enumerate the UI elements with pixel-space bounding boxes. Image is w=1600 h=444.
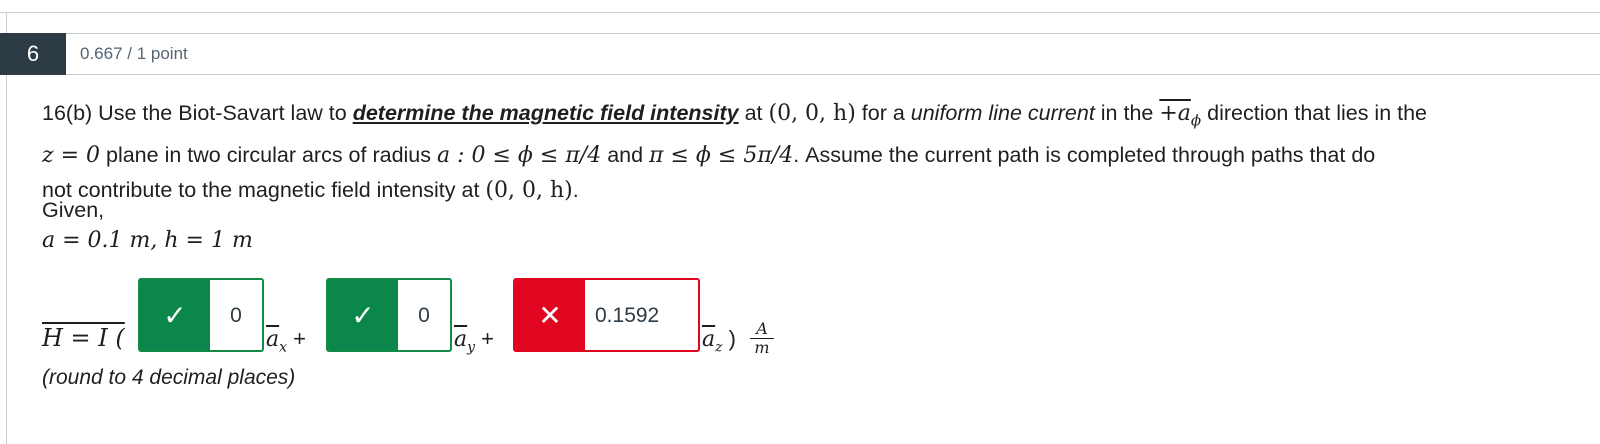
radius-math: a : 0 ≤ ϕ ≤ π/4 — [437, 143, 602, 169]
check-icon: ✓ — [328, 280, 398, 350]
question-header: 0.667 / 1 point — [66, 33, 1600, 75]
rounding-hint: (round to 4 decimal places) — [42, 366, 296, 389]
text-prefix: 16(b) Use the Biot-Savart law to — [42, 101, 353, 125]
point-math-2: (0, 0, h) — [485, 178, 573, 204]
unit-vector-x-symbol: a — [266, 327, 280, 352]
units-denominator: m — [754, 338, 770, 357]
direction-subscript: ϕ — [1190, 111, 1202, 130]
text-assume: . Assume the current path is completed t… — [793, 143, 1376, 168]
answer-field-z[interactable]: ✕ 0.1592 — [513, 278, 700, 352]
range-math: π ≤ ϕ ≤ 5π/4 — [649, 143, 794, 169]
unit-vector-x-sub: x — [279, 339, 288, 356]
answer-input-y[interactable]: 0 — [398, 280, 450, 350]
unit-vector-y-symbol: a — [454, 327, 468, 352]
plane-math: z = 0 — [42, 143, 101, 169]
h-vector-lhs: H = I ( — [42, 324, 125, 352]
unit-vector-y: ay + — [454, 326, 494, 355]
uniform-line-current-text: uniform line current — [910, 101, 1095, 125]
text-period: . — [572, 178, 579, 203]
question-line-2: z = 0 plane in two circular arcs of radi… — [42, 138, 1562, 173]
question-frame-top — [0, 12, 1600, 13]
text-dir-post: direction that lies in the — [1201, 101, 1428, 125]
h-vector-label: H = I ( — [42, 324, 125, 352]
direction-vector-math: +a — [1159, 101, 1191, 126]
close-paren: ) — [722, 326, 736, 351]
unit-vector-z-symbol: a — [702, 327, 716, 352]
plus-sign-2: + — [475, 326, 495, 351]
text-plane: plane in two circular arcs of radius — [100, 143, 437, 168]
question-line-1: 16(b) Use the Biot-Savart law to determi… — [42, 96, 1562, 138]
answer-input-x[interactable]: 0 — [210, 280, 262, 350]
text-at: at — [738, 101, 769, 125]
units-fraction: A m — [750, 320, 774, 357]
unit-vector-z: az ) — [702, 326, 736, 355]
plus-sign-1: + — [287, 326, 306, 351]
question-text: 16(b) Use the Biot-Savart law to determi… — [42, 96, 1562, 208]
text-dir-pre: in the — [1094, 101, 1160, 125]
answer-row: H = I ( ✓ 0 ax + ✓ 0 ay + ✕ 0.1592 az ) … — [42, 278, 1142, 358]
emphasis-magnetic-field: determine the magnetic field intensity — [352, 101, 739, 125]
unit-vector-z-sub: z — [715, 339, 723, 356]
check-icon: ✓ — [140, 280, 210, 350]
given-label: Given, — [42, 198, 105, 222]
text-contribute: not contribute to the magnetic field int… — [42, 178, 486, 203]
text-for: for a — [855, 101, 911, 125]
units-numerator: A — [750, 320, 774, 339]
points-score: 0.667 / 1 point — [80, 44, 188, 63]
question-number: 6 — [0, 33, 66, 75]
unit-vector-y-sub: y — [467, 339, 476, 356]
given-values: a = 0.1 m, h = 1 m — [42, 228, 253, 253]
point-math: (0, 0, h) — [768, 101, 856, 126]
unit-vector-x: ax + — [266, 326, 306, 355]
question-frame-left — [6, 12, 7, 444]
answer-field-y[interactable]: ✓ 0 — [326, 278, 452, 352]
x-icon: ✕ — [515, 280, 585, 350]
text-and: and — [601, 143, 650, 168]
answer-field-x[interactable]: ✓ 0 — [138, 278, 264, 352]
question-line-3: not contribute to the magnetic field int… — [42, 173, 1562, 208]
answer-input-z[interactable]: 0.1592 — [585, 280, 698, 350]
